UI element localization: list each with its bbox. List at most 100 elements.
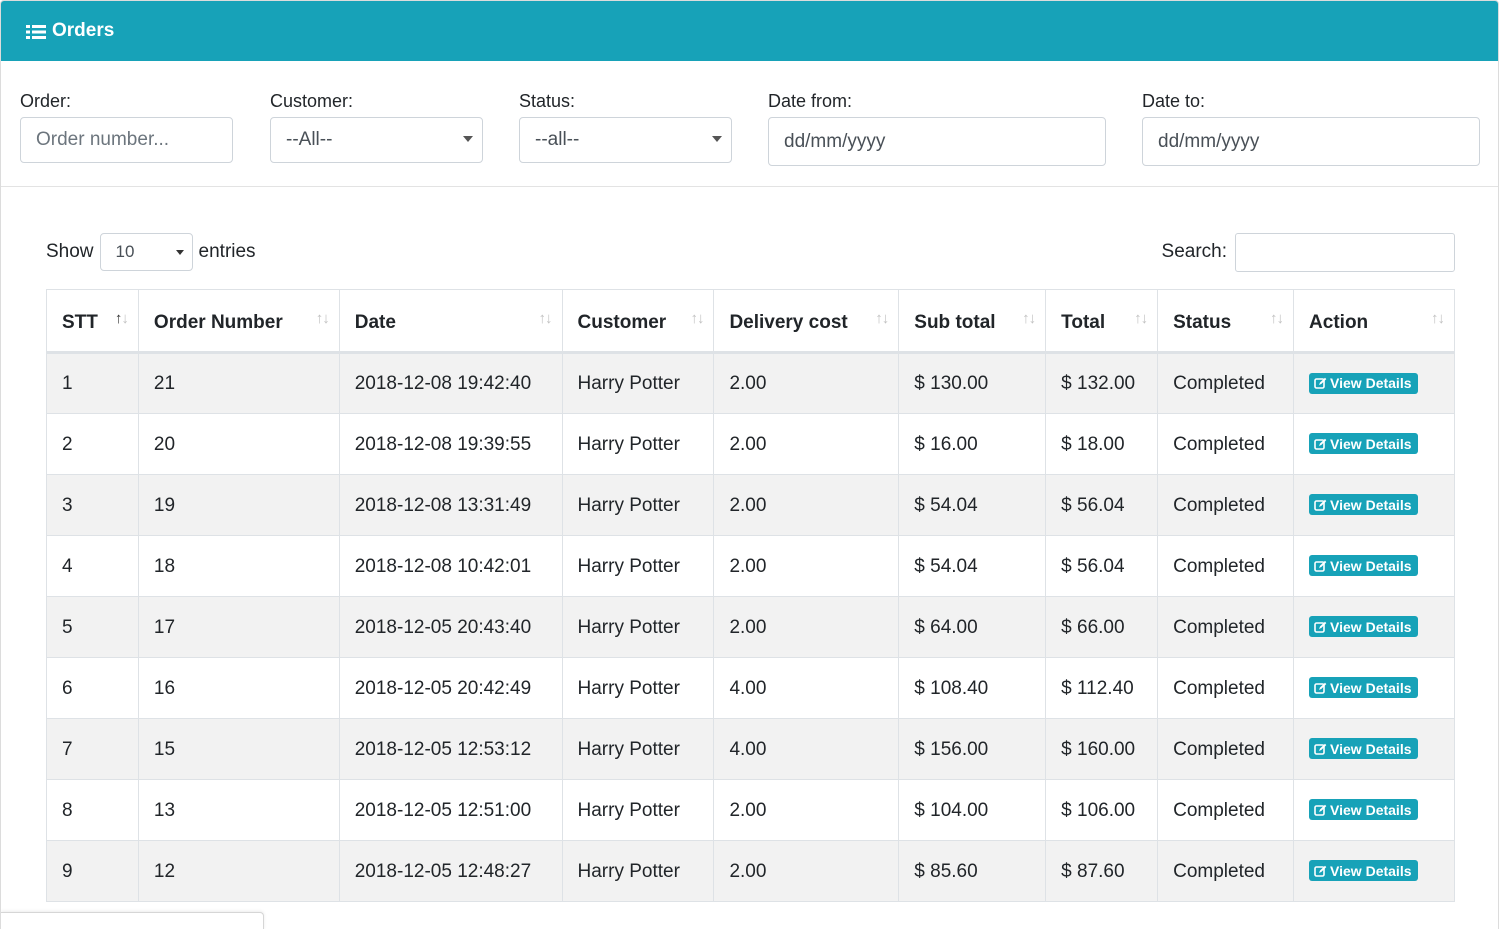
page-title: Orders xyxy=(52,20,115,41)
list-icon xyxy=(26,24,46,40)
edit-icon xyxy=(1314,682,1327,694)
view-details-label: View Details xyxy=(1330,740,1412,757)
orders-table: STT ↑↓ Order Number ↑↓ Date ↑↓ Customer ↑↓ D… xyxy=(46,289,1455,902)
column-header-delivery-cost[interactable]: Delivery cost ↑↓ xyxy=(713,289,900,354)
cell-delivery: 2.00 xyxy=(713,474,900,536)
cell-status: Completed xyxy=(1157,413,1295,475)
cell-customer: Harry Potter xyxy=(562,352,715,414)
order-filter-label: Order: xyxy=(20,91,72,111)
cell-status: Completed xyxy=(1157,718,1295,780)
cell-status: Completed xyxy=(1157,535,1295,597)
column-header-date[interactable]: Date ↑↓ xyxy=(339,289,563,354)
date-to-input[interactable]: dd/mm/yyyy xyxy=(1142,117,1480,166)
view-details-button[interactable]: View Details xyxy=(1309,433,1418,455)
cell-subtotal: $ 85.60 xyxy=(898,840,1047,902)
table-search: Search: xyxy=(1162,232,1455,272)
view-details-button[interactable]: View Details xyxy=(1309,860,1418,882)
view-details-button[interactable]: View Details xyxy=(1309,494,1418,516)
cell-customer: Harry Potter xyxy=(562,779,715,841)
view-details-button[interactable]: View Details xyxy=(1309,616,1418,638)
column-header-total[interactable]: Total ↑↓ xyxy=(1045,289,1159,354)
cell-status: Completed xyxy=(1157,840,1295,902)
view-details-button[interactable]: View Details xyxy=(1309,799,1418,821)
table-row: 5 17 2018-12-05 20:43:40 Harry Potter 2.00 $ … xyxy=(46,596,1455,658)
date-from-input[interactable]: dd/mm/yyyy xyxy=(768,117,1106,166)
order-filter: Order: Order number... xyxy=(20,91,233,163)
overlay-panel-edge xyxy=(1,912,264,929)
table-row: 8 13 2018-12-05 12:51:00 Harry Potter 2.00 $ … xyxy=(46,779,1455,841)
cell-delivery: 4.00 xyxy=(713,657,900,719)
cell-date: 2018-12-05 20:43:40 xyxy=(339,596,563,658)
column-header-action[interactable]: Action ↑↓ xyxy=(1293,289,1455,354)
cell-total: $ 66.00 xyxy=(1045,596,1159,658)
view-details-button[interactable]: View Details xyxy=(1309,738,1418,760)
cell-total: $ 106.00 xyxy=(1045,779,1159,841)
edit-icon xyxy=(1314,499,1327,511)
cell-action: View Details xyxy=(1293,474,1455,536)
cell-date: 2018-12-08 19:39:55 xyxy=(339,413,563,475)
customer-select[interactable]: --All-- xyxy=(270,117,483,163)
cell-delivery: 2.00 xyxy=(713,352,900,414)
view-details-button[interactable]: View Details xyxy=(1309,372,1418,394)
sort-icon: ↑↓ xyxy=(1431,310,1445,327)
sort-icon: ↑↓ xyxy=(1134,310,1148,327)
cell-total: $ 87.60 xyxy=(1045,840,1159,902)
edit-icon xyxy=(1314,743,1327,755)
edit-icon xyxy=(1314,621,1327,633)
cell-subtotal: $ 104.00 xyxy=(898,779,1047,841)
cell-status: Completed xyxy=(1157,352,1295,414)
orders-card: Orders Order: Order number... Customer: … xyxy=(0,0,1499,929)
cell-stt: 5 xyxy=(46,596,139,658)
cell-subtotal: $ 54.04 xyxy=(898,474,1047,536)
cell-action: View Details xyxy=(1293,535,1455,597)
column-header-status[interactable]: Status ↑↓ xyxy=(1157,289,1295,354)
column-header-sub-total[interactable]: Sub total ↑↓ xyxy=(898,289,1047,354)
cell-delivery: 2.00 xyxy=(713,779,900,841)
cell-date: 2018-12-05 12:53:12 xyxy=(339,718,563,780)
cell-action: View Details xyxy=(1293,413,1455,475)
chevron-down-icon xyxy=(712,136,722,142)
entries-select-value: 10 xyxy=(115,242,135,261)
cell-customer: Harry Potter xyxy=(562,535,715,597)
column-header-customer[interactable]: Customer ↑↓ xyxy=(562,289,715,354)
cell-action: View Details xyxy=(1293,596,1455,658)
cell-customer: Harry Potter xyxy=(562,474,715,536)
cell-action: View Details xyxy=(1293,840,1455,902)
status-select-value: --all-- xyxy=(535,129,580,150)
table-toolbar: Show 10 entries Search: xyxy=(46,232,1455,272)
cell-order: 18 xyxy=(138,535,340,597)
cell-subtotal: $ 64.00 xyxy=(898,596,1047,658)
cell-action: View Details xyxy=(1293,657,1455,719)
view-details-label: View Details xyxy=(1330,801,1412,818)
cell-order: 13 xyxy=(138,779,340,841)
cell-order: 16 xyxy=(138,657,340,719)
column-header-stt[interactable]: STT ↑↓ xyxy=(46,289,139,354)
sort-icon: ↑↓ xyxy=(1022,310,1036,327)
view-details-button[interactable]: View Details xyxy=(1309,677,1418,699)
edit-icon xyxy=(1314,865,1327,877)
entries-label: entries xyxy=(198,241,256,262)
edit-icon xyxy=(1314,438,1327,450)
cell-total: $ 132.00 xyxy=(1045,352,1159,414)
edit-icon xyxy=(1314,804,1327,816)
table-row: 9 12 2018-12-05 12:48:27 Harry Potter 2.00 $ … xyxy=(46,840,1455,902)
view-details-button[interactable]: View Details xyxy=(1309,555,1418,577)
cell-subtotal: $ 54.04 xyxy=(898,535,1047,597)
entries-select[interactable]: 10 xyxy=(99,233,193,271)
cell-date: 2018-12-08 13:31:49 xyxy=(339,474,563,536)
cell-action: View Details xyxy=(1293,352,1455,414)
cell-customer: Harry Potter xyxy=(562,596,715,658)
order-number-input[interactable]: Order number... xyxy=(20,117,233,163)
customer-filter-label: Customer: xyxy=(270,91,354,111)
cell-action: View Details xyxy=(1293,718,1455,780)
cell-customer: Harry Potter xyxy=(562,718,715,780)
column-header-order-number[interactable]: Order Number ↑↓ xyxy=(138,289,340,354)
chevron-down-icon xyxy=(175,250,184,255)
status-filter: Status: --all-- xyxy=(519,91,732,163)
cell-order: 19 xyxy=(138,474,340,536)
view-details-label: View Details xyxy=(1330,557,1412,574)
edit-icon xyxy=(1314,560,1327,572)
search-label: Search: xyxy=(1161,241,1227,262)
status-select[interactable]: --all-- xyxy=(519,117,732,163)
search-input[interactable] xyxy=(1235,232,1455,272)
